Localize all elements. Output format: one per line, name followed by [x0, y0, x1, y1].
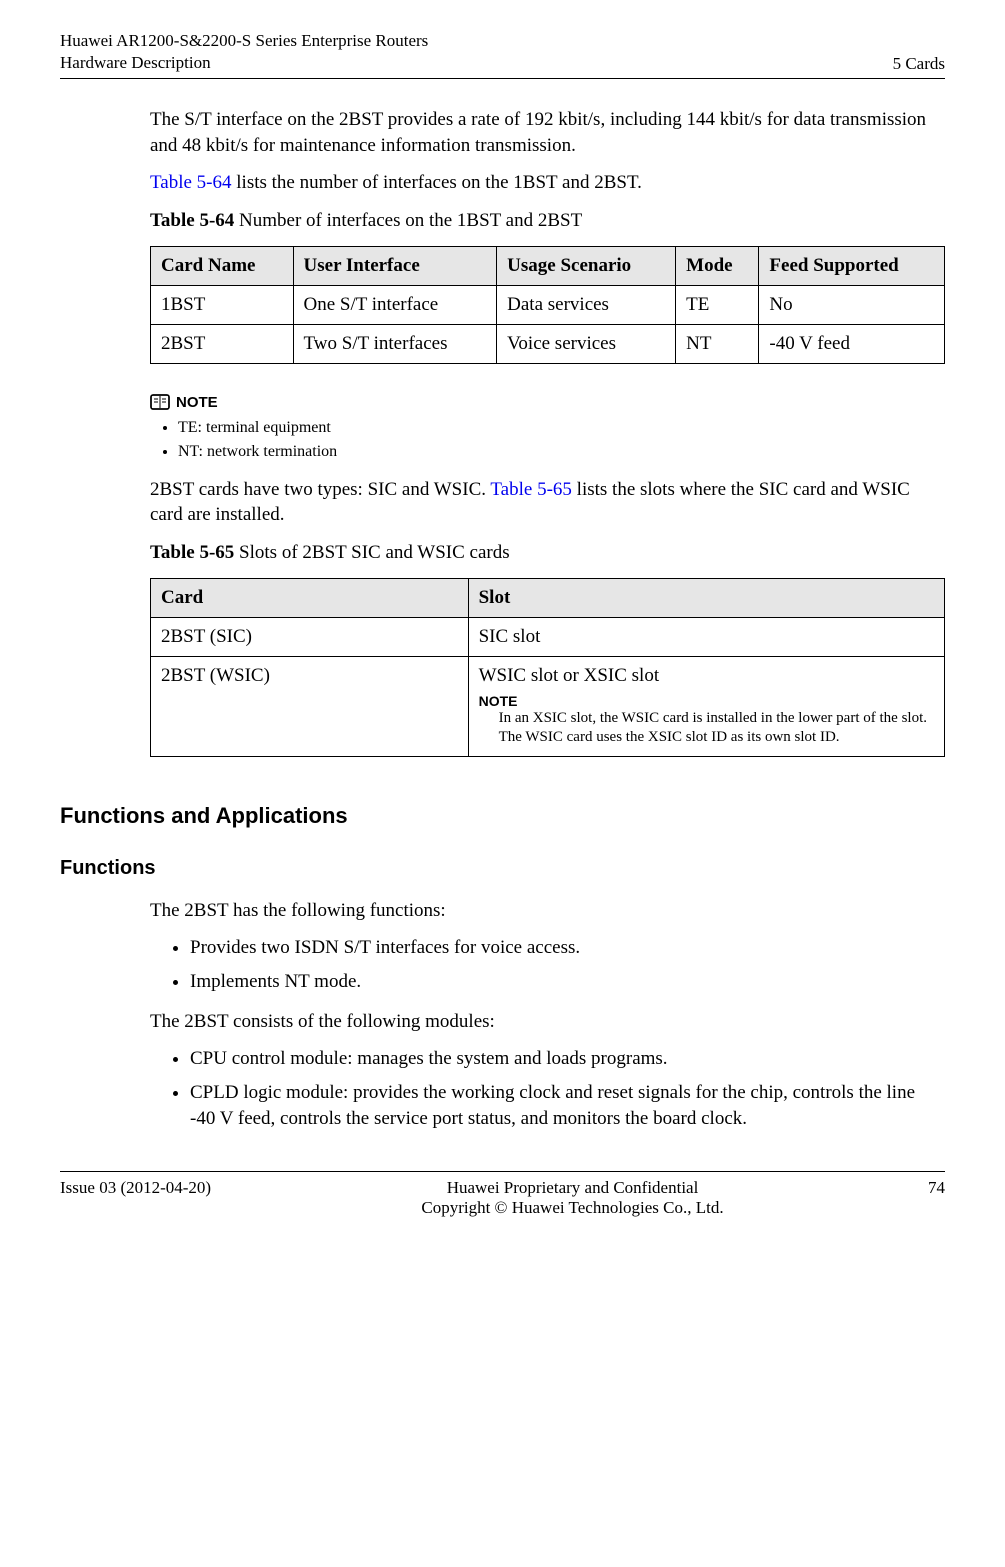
footer-issue: Issue 03 (2012-04-20)	[60, 1178, 240, 1218]
table-row: Card Slot	[151, 578, 945, 617]
list-item: Provides two ISDN S/T interfaces for voi…	[190, 935, 945, 961]
link-table-5-65[interactable]: Table 5-65	[490, 479, 572, 500]
intro2-pre: 2BST cards have two types: SIC and WSIC.	[150, 479, 490, 500]
modules-list: CPU control module: manages the system a…	[190, 1046, 945, 1131]
th-card: Card	[151, 578, 469, 617]
list-item: CPU control module: manages the system a…	[190, 1046, 945, 1072]
table-row: 2BST Two S/T interfaces Voice services N…	[151, 324, 945, 363]
th-mode: Mode	[676, 246, 759, 285]
table-5-65-caption-rest: Slots of 2BST SIC and WSIC cards	[234, 542, 509, 563]
table-row: 2BST (SIC) SIC slot	[151, 617, 945, 656]
td: 2BST (WSIC)	[151, 656, 469, 756]
note-icon	[150, 394, 170, 410]
td: 2BST (SIC)	[151, 617, 469, 656]
subnote-body: In an XSIC slot, the WSIC card is instal…	[499, 709, 934, 748]
td: 1BST	[151, 285, 294, 324]
link-table-5-64[interactable]: Table 5-64	[150, 172, 232, 193]
footer-page-number: 74	[905, 1178, 945, 1218]
td: One S/T interface	[293, 285, 497, 324]
functions-intro: The 2BST has the following functions:	[150, 898, 945, 924]
header-title-1: Huawei AR1200-S&2200-S Series Enterprise…	[60, 30, 428, 52]
table-row: 2BST (WSIC) WSIC slot or XSIC slot NOTE …	[151, 656, 945, 756]
th-user-interface: User Interface	[293, 246, 497, 285]
heading-functions-and-applications: Functions and Applications	[60, 803, 945, 829]
td: SIC slot	[468, 617, 944, 656]
footer-center-1: Huawei Proprietary and Confidential	[240, 1178, 905, 1198]
table-row: Card Name User Interface Usage Scenario …	[151, 246, 945, 285]
footer-center-2: Copyright © Huawei Technologies Co., Ltd…	[240, 1198, 905, 1218]
table-5-64: Card Name User Interface Usage Scenario …	[150, 246, 945, 364]
subnote-label: NOTE	[479, 693, 934, 709]
list-item: TE: terminal equipment	[178, 419, 945, 437]
td: Two S/T interfaces	[293, 324, 497, 363]
td: Voice services	[497, 324, 676, 363]
note-label: NOTE	[176, 394, 218, 411]
th-slot: Slot	[468, 578, 944, 617]
td: Data services	[497, 285, 676, 324]
td: NT	[676, 324, 759, 363]
intro-paragraph-1: The S/T interface on the 2BST provides a…	[150, 107, 945, 158]
table-row: 1BST One S/T interface Data services TE …	[151, 285, 945, 324]
page-header: Huawei AR1200-S&2200-S Series Enterprise…	[60, 30, 945, 79]
list-item: CPLD logic module: provides the working …	[190, 1080, 945, 1131]
page-footer: Issue 03 (2012-04-20) Huawei Proprietary…	[60, 1171, 945, 1218]
table-5-64-caption: Table 5-64 Number of interfaces on the 1…	[150, 208, 945, 234]
th-card-name: Card Name	[151, 246, 294, 285]
th-feed-supported: Feed Supported	[759, 246, 945, 285]
td: -40 V feed	[759, 324, 945, 363]
intro-p2-rest: lists the number of interfaces on the 1B…	[232, 172, 642, 193]
list-item: NT: network termination	[178, 443, 945, 461]
th-usage-scenario: Usage Scenario	[497, 246, 676, 285]
table-5-65: Card Slot 2BST (SIC) SIC slot 2BST (WSIC…	[150, 578, 945, 757]
modules-intro: The 2BST consists of the following modul…	[150, 1009, 945, 1035]
intro-paragraph-2: Table 5-64 lists the number of interface…	[150, 170, 945, 196]
td: 2BST	[151, 324, 294, 363]
td: TE	[676, 285, 759, 324]
td: No	[759, 285, 945, 324]
list-item: Implements NT mode.	[190, 969, 945, 995]
table-5-64-caption-bold: Table 5-64	[150, 210, 234, 231]
td-slot-main: WSIC slot or XSIC slot	[479, 665, 934, 687]
td: WSIC slot or XSIC slot NOTE In an XSIC s…	[468, 656, 944, 756]
table-5-65-caption: Table 5-65 Slots of 2BST SIC and WSIC ca…	[150, 540, 945, 566]
header-section: 5 Cards	[893, 54, 945, 74]
intro2-paragraph: 2BST cards have two types: SIC and WSIC.…	[150, 477, 945, 528]
functions-list: Provides two ISDN S/T interfaces for voi…	[190, 935, 945, 994]
table-5-64-caption-rest: Number of interfaces on the 1BST and 2BS…	[234, 210, 582, 231]
note-block: NOTE TE: terminal equipment NT: network …	[150, 394, 945, 461]
heading-functions: Functions	[60, 857, 945, 880]
header-title-2: Hardware Description	[60, 52, 428, 74]
table-5-65-caption-bold: Table 5-65	[150, 542, 234, 563]
